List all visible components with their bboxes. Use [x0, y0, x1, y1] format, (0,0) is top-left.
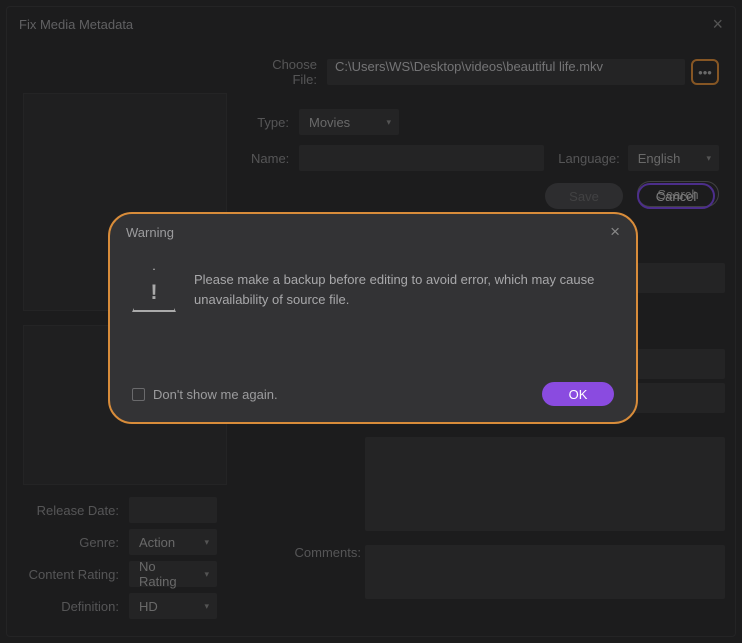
dont-show-checkbox[interactable] — [132, 388, 145, 401]
warning-icon — [132, 268, 176, 312]
warning-dialog: Warning × Please make a backup before ed… — [108, 212, 638, 424]
dialog-close-icon[interactable]: × — [610, 222, 620, 242]
dont-show-label: Don't show me again. — [153, 387, 278, 402]
dialog-message: Please make a backup before editing to a… — [194, 264, 614, 312]
ok-button[interactable]: OK — [542, 382, 614, 406]
dialog-title: Warning — [126, 225, 174, 240]
